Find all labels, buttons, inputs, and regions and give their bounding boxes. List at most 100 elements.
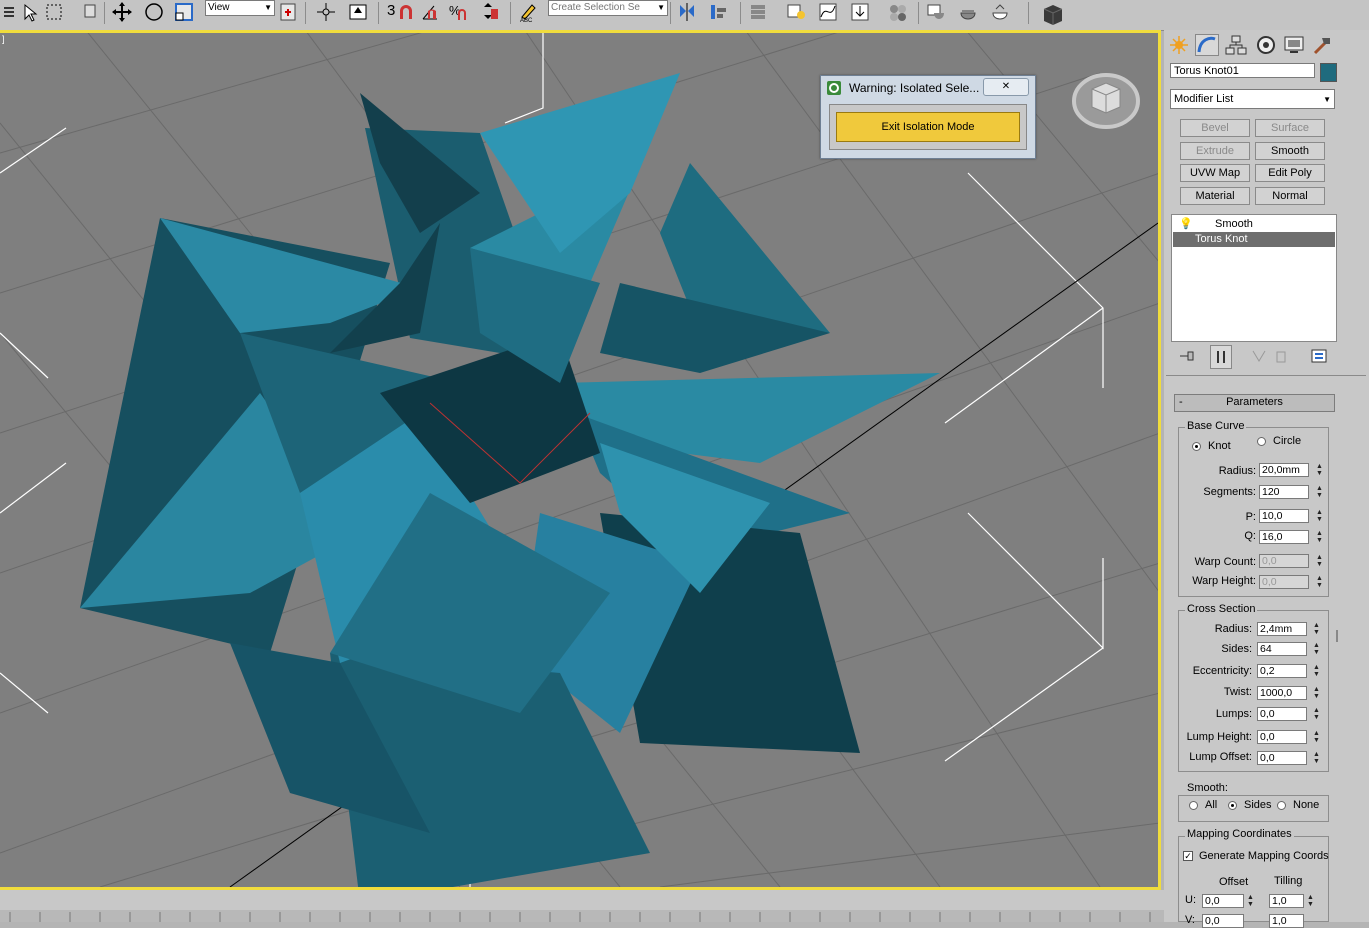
render-setup-icon[interactable]: [926, 1, 946, 23]
select-manipulate-icon[interactable]: [316, 1, 336, 23]
reference-coord-dropdown[interactable]: View ▼: [205, 0, 275, 16]
u-tiling-spinner[interactable]: ▲ ▼: [1306, 894, 1315, 908]
smooth-all-radio[interactable]: [1189, 801, 1198, 810]
window-crossing-icon[interactable]: [80, 1, 100, 23]
mirror-icon[interactable]: [677, 1, 697, 23]
material-button[interactable]: Material: [1180, 187, 1250, 205]
edit-poly-button[interactable]: Edit Poly: [1255, 164, 1325, 182]
surface-button[interactable]: Surface: [1255, 119, 1325, 137]
v-offset-input[interactable]: 0,0: [1202, 914, 1244, 928]
dialog-title-bar[interactable]: Warning: Isolated Sele... ✕: [821, 76, 1035, 100]
q-input[interactable]: 16,0: [1259, 530, 1309, 544]
warp-count-spinner[interactable]: ▲ ▼: [1315, 554, 1324, 568]
edit-named-selection-icon[interactable]: ABC: [518, 1, 538, 24]
align-icon[interactable]: [708, 1, 728, 23]
object-color-swatch[interactable]: [1320, 63, 1337, 82]
object-cube-icon[interactable]: [1040, 1, 1066, 25]
eccentricity-input[interactable]: 0,2: [1257, 664, 1307, 678]
cs-radius-spinner[interactable]: ▲ ▼: [1312, 622, 1321, 636]
panel-scrollbar[interactable]: [1336, 630, 1338, 642]
close-button[interactable]: ✕: [983, 78, 1029, 96]
lightbulb-icon[interactable]: 💡: [1179, 217, 1193, 230]
pivot-center-icon[interactable]: [278, 1, 298, 23]
configure-sets-icon[interactable]: [1310, 348, 1328, 364]
circle-radio[interactable]: [1257, 437, 1266, 446]
rendered-frame-icon[interactable]: [958, 1, 978, 23]
u-offset-input[interactable]: 0,0: [1202, 894, 1244, 908]
viewport-label-bracket[interactable]: ]: [2, 34, 5, 44]
q-spinner[interactable]: ▲ ▼: [1315, 530, 1324, 544]
lump-height-input[interactable]: 0,0: [1257, 730, 1307, 744]
snap-toggle[interactable]: 3: [387, 2, 395, 19]
warp-count-input[interactable]: 0,0: [1259, 554, 1309, 568]
exit-isolation-mode-button[interactable]: Exit Isolation Mode: [836, 112, 1020, 142]
sides-spinner[interactable]: ▲ ▼: [1312, 642, 1321, 656]
object-name-field[interactable]: Torus Knot01: [1170, 63, 1315, 78]
modify-tab-icon[interactable]: [1195, 34, 1219, 56]
parameters-rollout-header[interactable]: - Parameters: [1174, 394, 1335, 412]
warp-height-input[interactable]: 0,0: [1259, 575, 1309, 589]
twist-spinner[interactable]: ▲ ▼: [1312, 686, 1321, 700]
segments-spinner[interactable]: ▲ ▼: [1315, 485, 1324, 499]
spinner-snap-icon[interactable]: [480, 1, 500, 23]
extrude-button[interactable]: Extrude: [1180, 142, 1250, 160]
create-tab-icon[interactable]: [1167, 34, 1191, 56]
lump-height-spinner[interactable]: ▲ ▼: [1312, 730, 1321, 744]
display-tab-icon[interactable]: [1282, 34, 1306, 56]
modifier-list-dropdown[interactable]: Modifier List ▼: [1170, 89, 1335, 109]
uvw-map-button[interactable]: UVW Map: [1180, 164, 1250, 182]
bevel-button[interactable]: Bevel: [1180, 119, 1250, 137]
keyboard-shortcut-icon[interactable]: [348, 1, 368, 23]
rotate-icon[interactable]: [144, 1, 164, 23]
percent-snap-icon[interactable]: %: [448, 1, 468, 23]
sides-input[interactable]: 64: [1257, 642, 1307, 656]
p-input[interactable]: 10,0: [1259, 509, 1309, 523]
normal-button[interactable]: Normal: [1255, 187, 1325, 205]
bc-radius-input[interactable]: 20,0mm: [1259, 463, 1309, 477]
stack-item-torus-knot[interactable]: Torus Knot: [1173, 232, 1335, 247]
rectangular-selection-icon[interactable]: [44, 1, 64, 23]
time-slider-track[interactable]: [0, 890, 1165, 922]
u-offset-spinner[interactable]: ▲ ▼: [1246, 894, 1255, 908]
render-production-icon[interactable]: [990, 1, 1010, 23]
warp-height-spinner[interactable]: ▲ ▼: [1315, 575, 1324, 589]
eccentricity-spinner[interactable]: ▲ ▼: [1312, 664, 1321, 678]
smooth-sides-radio[interactable]: [1228, 801, 1237, 810]
scale-icon[interactable]: [174, 1, 194, 23]
lump-offset-spinner[interactable]: ▲ ▼: [1312, 751, 1321, 765]
lumps-input[interactable]: 0,0: [1257, 707, 1307, 721]
smooth-button[interactable]: Smooth: [1255, 142, 1325, 160]
utilities-tab-icon[interactable]: [1310, 34, 1334, 56]
pin-stack-icon[interactable]: [1178, 348, 1196, 364]
make-unique-icon[interactable]: [1250, 348, 1268, 364]
curve-editor-icon[interactable]: [818, 1, 838, 23]
motion-tab-icon[interactable]: [1254, 34, 1278, 56]
stack-item-smooth[interactable]: 💡 Smooth: [1173, 216, 1335, 231]
cs-radius-input[interactable]: 2,4mm: [1257, 622, 1307, 636]
perspective-viewport[interactable]: [0, 30, 1161, 890]
named-selection-dropdown[interactable]: Create Selection Se ▼: [548, 0, 668, 16]
lumps-spinner[interactable]: ▲ ▼: [1312, 707, 1321, 721]
schematic-view-icon[interactable]: [850, 1, 870, 23]
lump-offset-input[interactable]: 0,0: [1257, 751, 1307, 765]
select-object-icon[interactable]: [20, 1, 40, 23]
segments-input[interactable]: 120: [1259, 485, 1309, 499]
hierarchy-tab-icon[interactable]: [1224, 34, 1248, 56]
select-by-name-icon[interactable]: [2, 1, 22, 23]
p-spinner[interactable]: ▲ ▼: [1315, 509, 1324, 523]
move-icon[interactable]: [112, 1, 132, 23]
layer-manager-icon[interactable]: [748, 1, 768, 23]
snap-magnet-icon[interactable]: [396, 1, 416, 23]
angle-snap-icon[interactable]: [420, 1, 440, 23]
bc-radius-spinner[interactable]: ▲ ▼: [1315, 463, 1324, 477]
knot-radio[interactable]: [1192, 442, 1201, 451]
generate-mapping-checkbox[interactable]: ✓: [1183, 851, 1193, 861]
remove-modifier-icon[interactable]: [1272, 348, 1290, 364]
scene-explorer-icon[interactable]: [786, 1, 806, 23]
material-editor-icon[interactable]: [888, 1, 908, 23]
smooth-none-radio[interactable]: [1277, 801, 1286, 810]
twist-input[interactable]: 1000,0: [1257, 686, 1307, 700]
viewcube[interactable]: [1072, 67, 1140, 129]
v-tiling-input[interactable]: 1,0: [1269, 914, 1304, 928]
u-tiling-input[interactable]: 1,0: [1269, 894, 1304, 908]
